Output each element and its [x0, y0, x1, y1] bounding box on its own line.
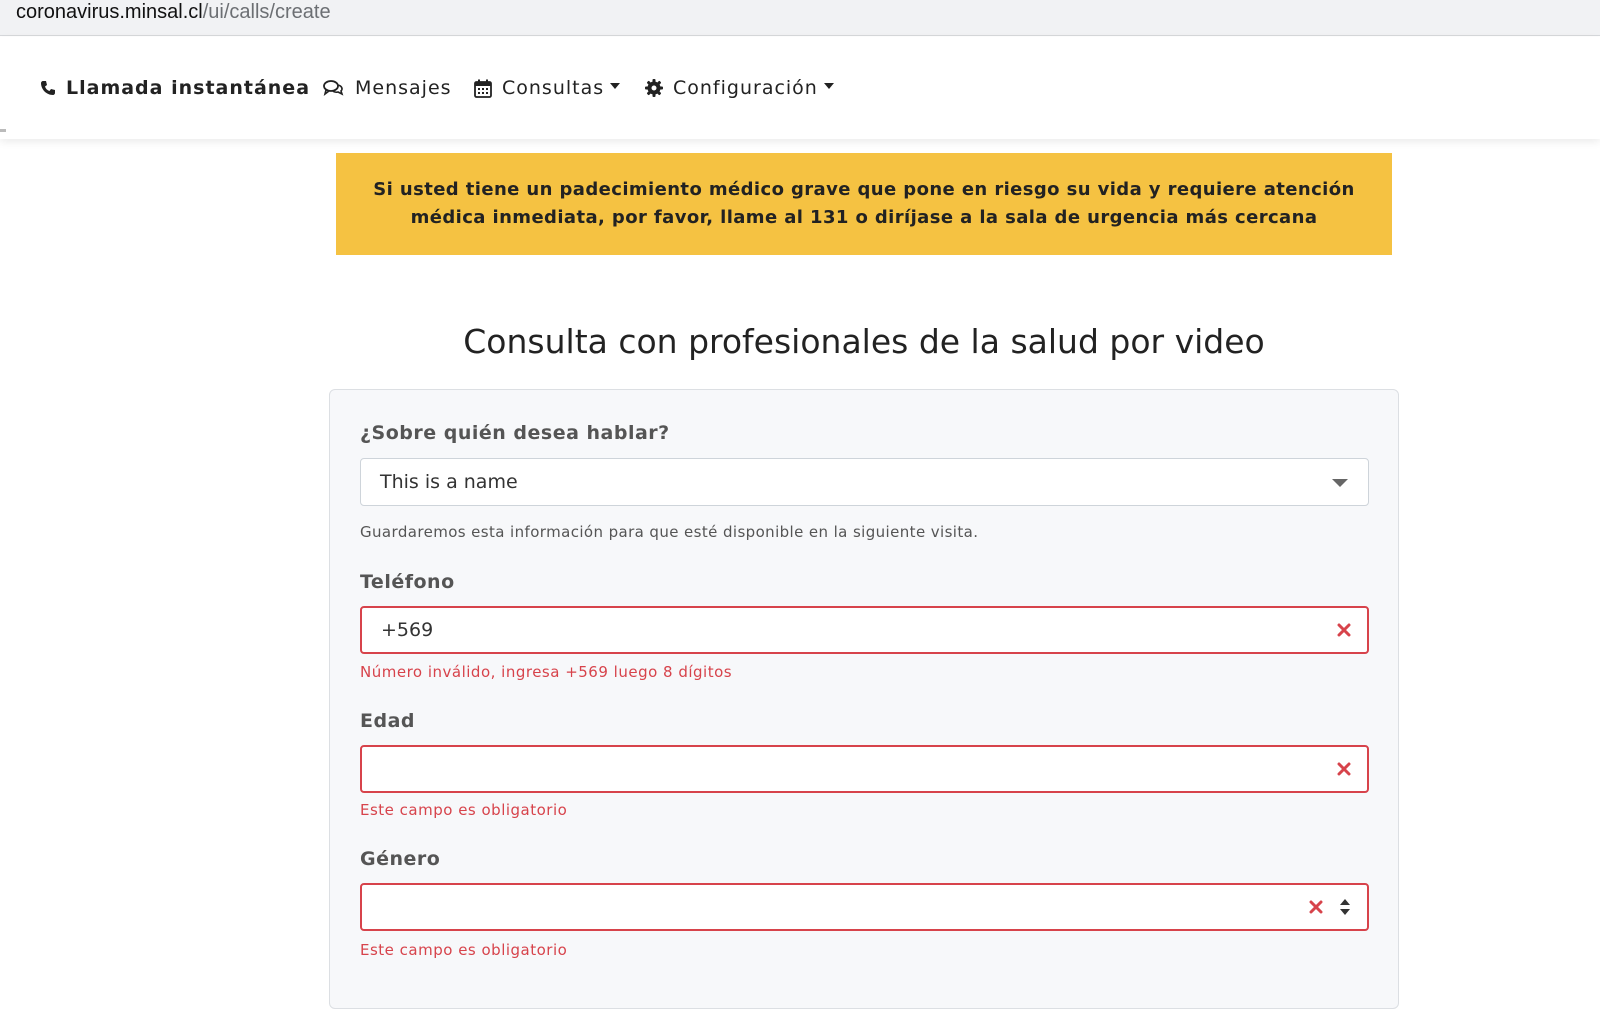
- call-form-card: ¿Sobre quién desea hablar? This is a nam…: [329, 389, 1399, 1009]
- phone-input[interactable]: +569: [360, 606, 1369, 654]
- invalid-x-icon: [1309, 900, 1323, 914]
- comments-icon: [323, 80, 344, 96]
- phone-input-value: +569: [381, 619, 434, 641]
- chevron-down-icon: [823, 83, 834, 89]
- nav-item-mensajes[interactable]: Mensajes: [323, 37, 452, 139]
- url-path: /ui/calls/create: [202, 1, 331, 23]
- age-label: Edad: [360, 710, 416, 732]
- gender-label: Género: [360, 848, 441, 870]
- phone-label: Teléfono: [360, 571, 455, 593]
- invalid-x-icon: [1337, 762, 1351, 776]
- browser-url-bar[interactable]: coronavirus.minsal.cl/ui/calls/create: [0, 0, 1600, 36]
- patient-label: ¿Sobre quién desea hablar?: [360, 422, 670, 444]
- age-input[interactable]: [360, 745, 1369, 793]
- calendar-icon: [474, 79, 492, 98]
- nav-label: Mensajes: [355, 77, 452, 99]
- nav-item-configuracion[interactable]: Configuración: [645, 37, 834, 139]
- nav-item-llamada-instantanea[interactable]: Llamada instantánea: [40, 37, 310, 139]
- age-error-text: Este campo es obligatorio: [360, 801, 568, 819]
- nav-item-consultas[interactable]: Consultas: [474, 37, 621, 139]
- emergency-alert: Si usted tiene un padecimiento médico gr…: [336, 153, 1392, 255]
- page-title: Consulta con profesionales de la salud p…: [463, 322, 1265, 361]
- phone-icon: [41, 81, 55, 95]
- gender-select[interactable]: [360, 883, 1369, 931]
- top-navbar: Llamada instantánea Mensajes Consultas C…: [0, 37, 1600, 139]
- url-domain: coronavirus.minsal.cl: [16, 1, 203, 23]
- nav-label: Configuración: [673, 77, 818, 99]
- invalid-x-icon: [1337, 623, 1351, 637]
- patient-help-text: Guardaremos esta información para que es…: [360, 523, 979, 541]
- nav-label: Consultas: [502, 77, 605, 99]
- nav-label: Llamada instantánea: [66, 77, 311, 99]
- gender-error-text: Este campo es obligatorio: [360, 941, 568, 959]
- url-text[interactable]: coronavirus.minsal.cl/ui/calls/create: [16, 0, 331, 24]
- chevron-down-icon: [610, 83, 621, 89]
- collapsed-sidebar-edge: [0, 129, 6, 132]
- gear-icon: [645, 79, 663, 97]
- patient-select-value: This is a name: [380, 471, 518, 493]
- phone-error-text: Número inválido, ingresa +569 luego 8 dí…: [360, 663, 733, 681]
- sort-updown-icon: [1340, 899, 1350, 915]
- chevron-down-icon: [1332, 479, 1348, 487]
- patient-select[interactable]: This is a name: [360, 458, 1369, 506]
